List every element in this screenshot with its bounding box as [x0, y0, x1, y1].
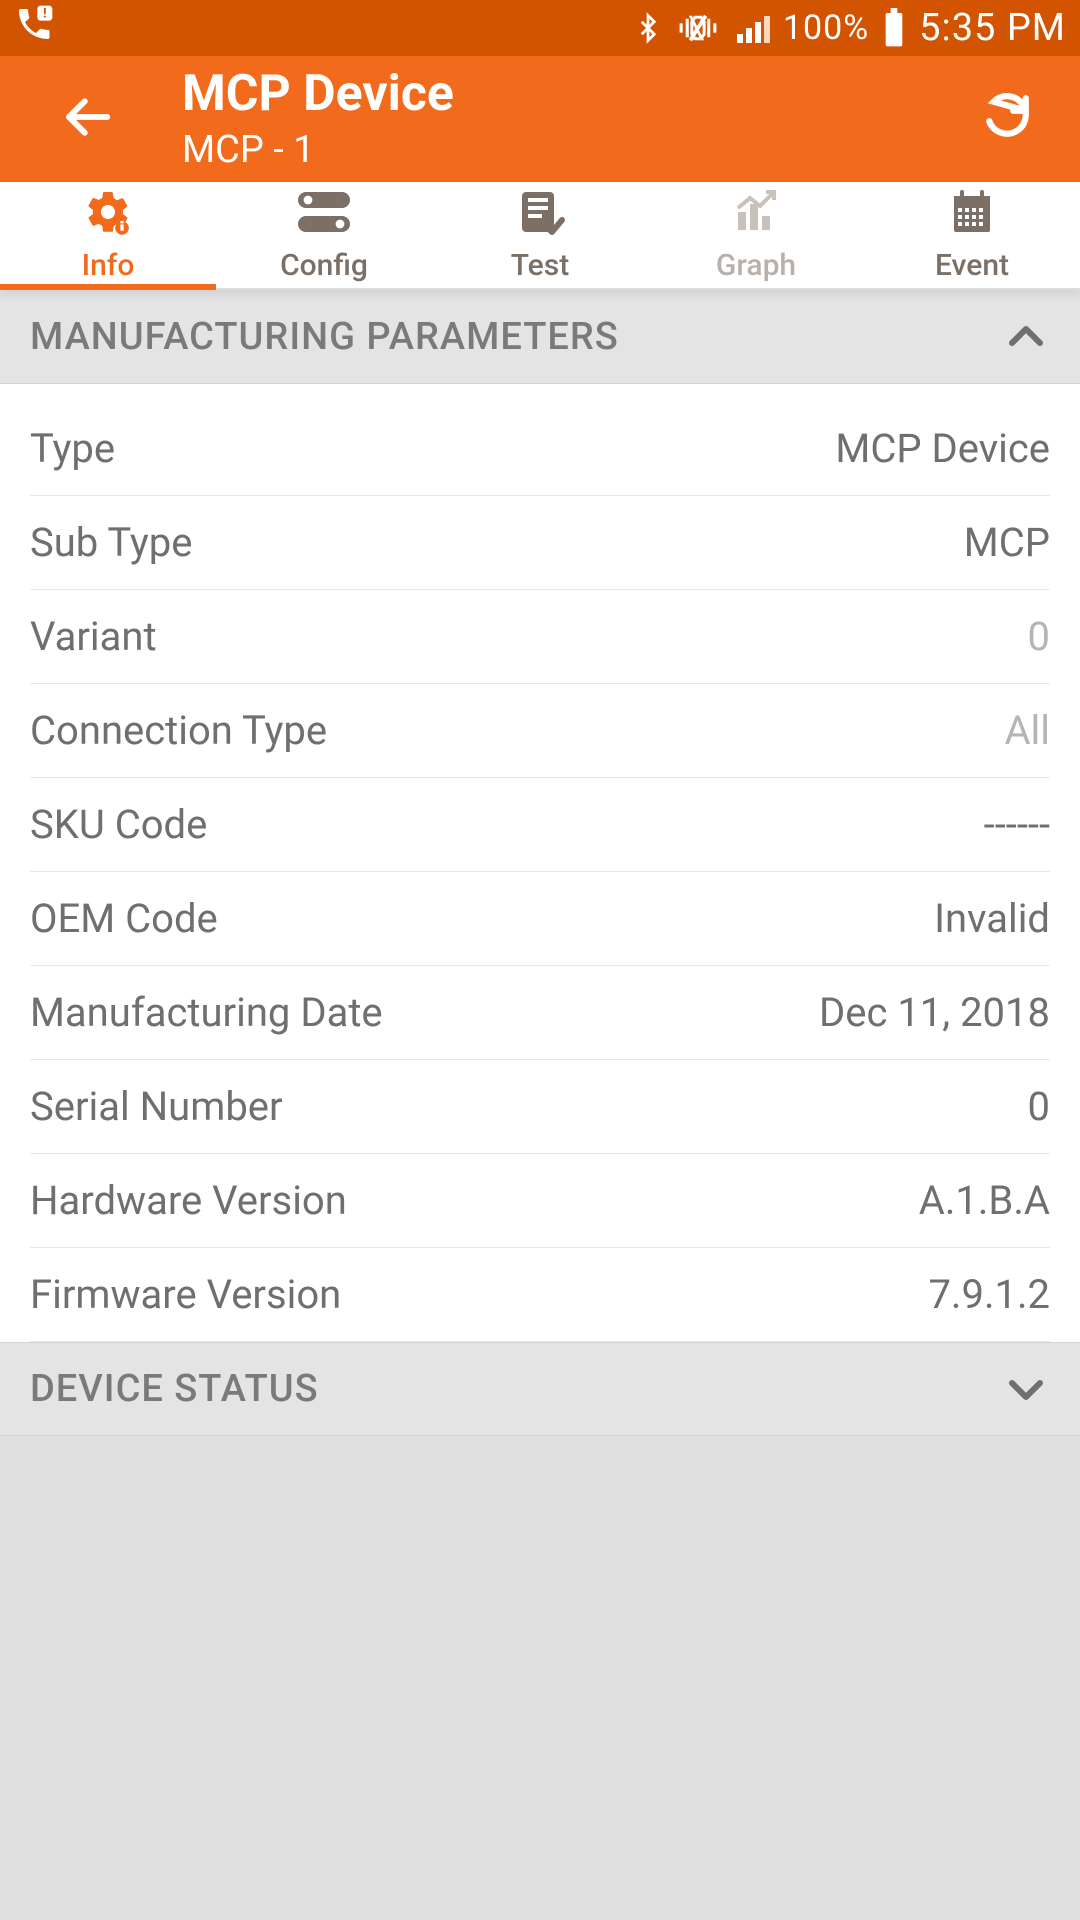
info-row: Sub Type MCP [30, 496, 1050, 590]
info-row: Manufacturing Date Dec 11, 2018 [30, 966, 1050, 1060]
refresh-button[interactable] [962, 74, 1052, 164]
phone-alert-icon: ! [14, 4, 54, 53]
refresh-icon [982, 92, 1032, 146]
page-subtitle: MCP - 1 [182, 128, 962, 172]
info-row: Serial Number 0 [30, 1060, 1050, 1154]
bottom-spacer [0, 1436, 1080, 1476]
row-value: ------ [984, 801, 1050, 848]
tab-bar: Info Config Test Graph Event [0, 182, 1080, 290]
status-right: 100% 5:35 PM [633, 6, 1066, 50]
back-button[interactable] [42, 74, 132, 164]
row-label: Firmware Version [30, 1271, 341, 1318]
tab-config[interactable]: Config [216, 182, 432, 288]
tab-info[interactable]: Info [0, 182, 216, 288]
tab-label: Graph [716, 248, 796, 283]
checklist-icon [512, 188, 568, 244]
row-label: OEM Code [30, 895, 218, 942]
app-header: MCP Device MCP - 1 [0, 56, 1080, 182]
page-title: MCP Device [182, 67, 962, 122]
tab-event[interactable]: Event [864, 182, 1080, 288]
tab-label: Info [82, 248, 135, 283]
row-value: Dec 11, 2018 [819, 989, 1050, 1036]
row-value: All [1004, 707, 1050, 754]
row-value: 7.9.1.2 [928, 1271, 1050, 1318]
battery-percentage: 100% [783, 8, 869, 48]
row-label: SKU Code [30, 801, 207, 848]
bluetooth-icon [633, 8, 663, 48]
info-row: OEM Code Invalid [30, 872, 1050, 966]
row-value: MCP [964, 519, 1050, 566]
row-label: Manufacturing Date [30, 989, 383, 1036]
row-value: A.1.B.A [919, 1177, 1050, 1224]
status-left: ! [14, 4, 54, 53]
gear-info-icon [80, 188, 136, 244]
header-titles: MCP Device MCP - 1 [182, 67, 962, 172]
section-title: MANUFACTURING PARAMETERS [30, 315, 619, 359]
arrow-left-icon [60, 90, 114, 148]
row-value: MCP Device [835, 425, 1050, 472]
signal-icon [733, 10, 771, 46]
section-header-manufacturing[interactable]: MANUFACTURING PARAMETERS [0, 290, 1080, 384]
section-header-device-status[interactable]: DEVICE STATUS [0, 1342, 1080, 1436]
info-row: Hardware Version A.1.B.A [30, 1154, 1050, 1248]
tab-label: Event [935, 248, 1009, 283]
row-label: Serial Number [30, 1083, 283, 1130]
row-label: Sub Type [30, 519, 192, 566]
chevron-up-icon [1002, 313, 1050, 361]
tab-graph[interactable]: Graph [648, 182, 864, 288]
info-row: Connection Type All [30, 684, 1050, 778]
info-row: SKU Code ------ [30, 778, 1050, 872]
info-row: Type MCP Device [30, 402, 1050, 496]
svg-text:!: ! [43, 6, 47, 21]
status-time: 5:35 PM [919, 6, 1066, 50]
row-label: Hardware Version [30, 1177, 347, 1224]
calendar-icon [944, 188, 1000, 244]
toggles-icon [293, 188, 355, 244]
status-bar: ! 100% 5:35 PM [0, 0, 1080, 56]
row-label: Connection Type [30, 707, 327, 754]
manufacturing-rows: Type MCP Device Sub Type MCP Variant 0 Connect… [0, 384, 1080, 1342]
chart-icon [728, 188, 784, 244]
tab-label: Test [511, 248, 569, 283]
battery-icon [881, 8, 907, 48]
chevron-down-icon [1002, 1365, 1050, 1413]
row-label: Type [30, 425, 115, 472]
info-row: Variant 0 [30, 590, 1050, 684]
tab-label: Config [280, 248, 368, 283]
tab-test[interactable]: Test [432, 182, 648, 288]
info-row: Firmware Version 7.9.1.2 [30, 1248, 1050, 1342]
row-value: 0 [1028, 613, 1050, 660]
row-value: Invalid [934, 895, 1050, 942]
row-label: Variant [30, 613, 157, 660]
row-value: 0 [1028, 1083, 1050, 1130]
section-title: DEVICE STATUS [30, 1367, 319, 1411]
vibrate-mute-icon [675, 8, 721, 48]
